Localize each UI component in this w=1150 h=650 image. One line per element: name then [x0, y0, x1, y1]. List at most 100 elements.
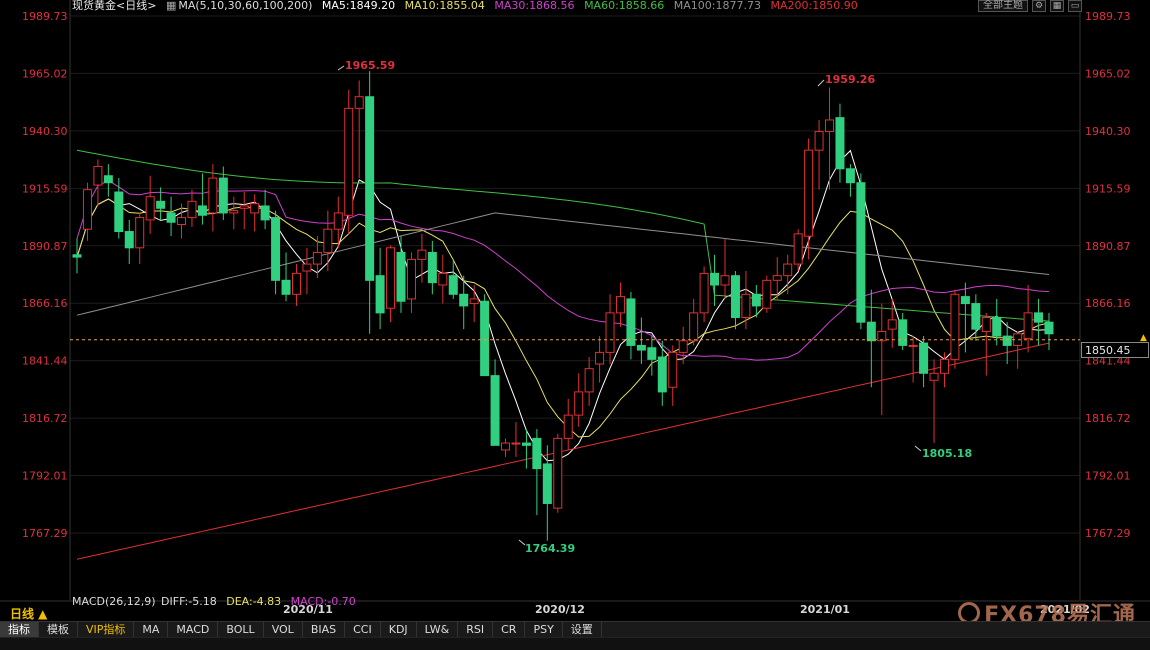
candle-body — [971, 303, 981, 330]
tab-kdj[interactable]: KDJ — [381, 622, 417, 638]
candle-body — [323, 228, 333, 253]
candle-body — [919, 342, 929, 374]
candle-body — [615, 296, 625, 314]
y-tick-label: 1816.72 — [22, 412, 68, 425]
tab-vol[interactable]: VOL — [264, 622, 303, 638]
candle-body — [260, 205, 270, 221]
candle-body — [239, 205, 249, 209]
candle-body — [208, 177, 218, 214]
candle-body — [312, 251, 322, 265]
tab-macd[interactable]: MACD — [168, 622, 219, 638]
y-tick-label: 1989.73 — [22, 10, 68, 23]
candle-body — [302, 263, 312, 272]
low-marker-2 — [914, 445, 922, 452]
candle-body — [229, 210, 239, 214]
tab-lwr[interactable]: LW& — [417, 622, 459, 638]
tab-vip-indicators[interactable]: VIP指标 — [78, 622, 135, 638]
ma100-line — [76, 212, 1050, 316]
candle-body — [741, 293, 751, 319]
ma30-value: MA30:1868.56 — [494, 0, 575, 12]
ma200-line — [76, 342, 1050, 560]
ma10-line — [76, 198, 1050, 438]
candle-body — [1023, 312, 1033, 339]
y-axis-right: 1989.73 1965.02 1940.30 1915.59 1890.87 1866.… — [1085, 10, 1131, 540]
candle-body — [574, 391, 584, 416]
tab-rsi[interactable]: RSI — [458, 622, 494, 638]
y-tick-label: 1792.01 — [1085, 470, 1131, 483]
candle-body — [898, 319, 908, 346]
candle-body — [480, 300, 490, 377]
candle-body — [82, 189, 92, 230]
candle-body — [459, 293, 469, 307]
instrument-name[interactable]: 现货黄金 — [72, 0, 116, 12]
y-axis-left: 1989.73 1965.02 1940.30 1915.59 1890.87 1866.… — [22, 10, 68, 540]
date-label: 2020/12 — [535, 603, 585, 616]
settings-icon[interactable]: ⚙ — [1032, 0, 1046, 12]
tab-boll[interactable]: BOLL — [218, 622, 264, 638]
tab-indicators[interactable]: 指标 — [0, 622, 39, 638]
candle-body — [124, 231, 134, 249]
candle-body — [950, 293, 960, 360]
candle-body — [417, 249, 427, 260]
candle-body — [804, 149, 814, 237]
y-tick-label: 1767.29 — [1085, 527, 1131, 540]
candle-body — [521, 442, 531, 446]
candle-body — [354, 96, 364, 109]
candle-body — [344, 107, 354, 216]
y-tick-label: 1890.87 — [1085, 240, 1131, 253]
fullscreen-icon[interactable]: ▭ — [1068, 0, 1082, 12]
candle-body — [469, 298, 479, 305]
tab-cr[interactable]: CR — [493, 622, 526, 638]
candle-body — [427, 251, 437, 284]
date-label: 2021/01 — [800, 603, 850, 616]
y-tick-label: 1890.87 — [22, 240, 68, 253]
candle-body — [835, 117, 845, 170]
candle-body — [1002, 335, 1012, 346]
candle-body — [939, 358, 949, 374]
candle-body — [114, 191, 124, 233]
candle-body — [250, 203, 260, 214]
candle-body — [678, 340, 688, 353]
ma60-value: MA60:1858.66 — [584, 0, 665, 12]
tab-settings[interactable]: 设置 — [563, 622, 602, 638]
candle-body — [595, 351, 605, 365]
candlestick-chart: 1989.73 1965.02 1940.30 1915.59 1890.87 1866.… — [0, 0, 1150, 602]
candle-body — [992, 317, 1002, 337]
tab-template[interactable]: 模板 — [39, 622, 78, 638]
candle-body — [751, 293, 761, 307]
candle-body — [375, 275, 385, 314]
y-tick-label: 1965.02 — [22, 67, 68, 80]
indicator-toolbar: 指标 模板 VIP指标 MA MACD BOLL VOL BIAS CCI KD… — [0, 621, 1150, 638]
candle-body — [553, 437, 563, 509]
candle-body — [856, 182, 866, 323]
candle-body — [135, 217, 145, 249]
candle-body — [657, 356, 667, 393]
tab-cci[interactable]: CCI — [345, 622, 381, 638]
candle-body — [406, 258, 416, 300]
main-chart-select[interactable]: 全部主题 — [978, 0, 1028, 12]
candle-body — [1034, 312, 1044, 323]
tab-psy[interactable]: PSY — [525, 622, 563, 638]
candle-body — [438, 272, 448, 286]
candle-body — [166, 212, 176, 223]
candle-body — [532, 437, 542, 470]
y-tick-label: 1940.30 — [22, 125, 68, 138]
y-tick-label: 1841.44 — [22, 355, 68, 368]
candle-body — [668, 351, 678, 388]
candle-body — [365, 96, 375, 281]
y-tick-label: 1915.59 — [22, 182, 68, 195]
ma-icon: ▦ — [165, 0, 177, 12]
top-controls: 全部主题 ⚙ ▦ ▭ — [978, 0, 1082, 12]
high-marker-1 — [337, 65, 345, 71]
low-label-2: 1805.18 — [922, 447, 972, 460]
status-bar — [0, 637, 1150, 650]
tab-bias[interactable]: BIAS — [303, 622, 346, 638]
candle-body — [710, 272, 720, 286]
tab-ma[interactable]: MA — [134, 622, 169, 638]
candle-body — [333, 212, 343, 230]
grid-icon[interactable]: ▦ — [1050, 0, 1064, 12]
y-tick-label: 1940.30 — [1085, 125, 1131, 138]
candle-body — [772, 275, 782, 281]
candle-body — [501, 442, 511, 451]
y-tick-label: 1965.02 — [1085, 67, 1131, 80]
